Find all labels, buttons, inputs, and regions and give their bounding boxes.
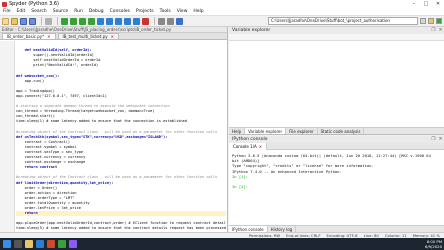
right-panels: Variable explorer ❐ ✕ Help Variable expl… [229, 27, 444, 232]
spyder-taskbar-icon[interactable] [47, 240, 55, 248]
run-icon[interactable] [61, 17, 68, 25]
editor-tabs: IB_order_basic.py* ✕ IB_test_multi_ticke… [0, 33, 227, 40]
clock-date: 6/9/2020 [424, 244, 442, 249]
variable-explorer-tabs: Help Variable explorer File explorer Sta… [229, 127, 444, 134]
console-prompt[interactable]: In [2]: [232, 184, 441, 189]
toolbar-separator [154, 17, 155, 25]
tab-variable-explorer[interactable]: Variable explorer [245, 128, 287, 134]
close-tab-icon[interactable]: ✕ [47, 34, 50, 40]
close-button[interactable]: ✕ [432, 0, 444, 8]
undock-icon[interactable]: ❐ [430, 27, 437, 34]
maximize-pane-icon[interactable] [158, 17, 165, 25]
variable-table-header [229, 34, 444, 41]
menu-edit[interactable]: Edit [17, 9, 26, 14]
toolbar-separator [57, 17, 58, 25]
editor-tab-label: IB_order_basic.py* [7, 33, 45, 39]
print-icon[interactable] [45, 17, 52, 25]
editor-body[interactable]: 4748 def nextValidId(self, orderId):49 s… [0, 41, 228, 232]
editor-tab[interactable]: IB_order_basic.py* ✕ [2, 33, 56, 39]
code-area[interactable]: 4748 def nextValidId(self, orderId):49 s… [16, 43, 226, 231]
title-bar: Spyder (Python 3.6) – □ ✕ [0, 0, 444, 8]
editor-pane: Editor - C:\Users\Jjaradhe\OneDrive\Stuf… [0, 27, 228, 232]
open-folder-icon[interactable] [11, 17, 18, 25]
run-cell-advance-icon[interactable] [79, 17, 86, 25]
close-tab-icon[interactable]: ✕ [259, 143, 262, 150]
editor-tab[interactable]: IB_test_multi_ticket.py ✕ [57, 33, 119, 40]
search-icon[interactable] [14, 240, 22, 248]
system-tray-clock[interactable]: 8:00 PM 6/9/2020 [425, 239, 442, 249]
menu-help[interactable]: Help [193, 9, 203, 14]
windows-taskbar: 8:00 PM 6/9/2020 [0, 238, 444, 250]
python-path-icon[interactable] [176, 17, 183, 25]
toolbar: C:\Users\Jjaradhe\OneDrive\Stuff\bot_\pr… [0, 16, 444, 27]
debug-icon[interactable] [97, 17, 104, 25]
menu-tools[interactable]: Tools [160, 9, 171, 14]
step-return-icon[interactable] [124, 17, 131, 25]
save-all-icon[interactable] [29, 17, 36, 25]
step-into-icon[interactable] [115, 17, 122, 25]
parent-folder-icon[interactable] [436, 18, 442, 24]
ipython-console-pane: IPython console ❐ ✕ Console 1/A ✕ Python… [229, 136, 444, 232]
menu-search[interactable]: Search [31, 9, 46, 14]
app-icon[interactable] [58, 240, 66, 248]
close-pane-icon[interactable]: ✕ [437, 27, 444, 34]
toolbar-separator [41, 17, 42, 25]
menu-projects[interactable]: Projects [136, 9, 154, 14]
preferences-icon[interactable] [167, 17, 174, 25]
close-pane-icon[interactable]: ✕ [437, 136, 444, 143]
console-line: Python 3.6.5 |Anaconda custom (64-bit)| … [232, 153, 431, 158]
menu-view[interactable]: View [177, 9, 188, 14]
file-explorer-icon[interactable] [25, 240, 33, 248]
continue-icon[interactable] [133, 17, 140, 25]
variable-explorer-title: Variable explorer [232, 28, 271, 33]
stop-debug-icon[interactable] [142, 17, 149, 25]
minimize-button[interactable]: – [408, 0, 420, 8]
tab-file-explorer[interactable]: File explorer [286, 128, 318, 134]
menu-file[interactable]: File [3, 9, 11, 14]
spyder-app-icon [2, 1, 7, 7]
pane-title: Variable explorer ❐ ✕ [229, 27, 444, 34]
code-line[interactable]: 83time.sleep(5) # some latency added to … [16, 226, 226, 231]
edge-browser-icon[interactable] [36, 240, 44, 248]
undock-icon[interactable]: ❐ [430, 136, 437, 143]
console-tabs: Console 1/A ✕ [229, 142, 444, 150]
browse-folder-icon[interactable] [428, 18, 434, 24]
close-tab-icon[interactable]: ✕ [111, 34, 114, 40]
tab-static-code-analysis[interactable]: Static code analysis [318, 128, 365, 134]
code-text: time.sleep(5) # some latency added to en… [16, 226, 226, 231]
menu-debug[interactable]: Debug [89, 9, 104, 14]
run-selection-icon[interactable] [88, 17, 95, 25]
tab-help[interactable]: Help [229, 128, 246, 134]
windows-start-icon[interactable] [3, 240, 11, 248]
console-tab[interactable]: Console 1/A ✕ [229, 142, 268, 150]
save-icon[interactable] [20, 17, 27, 25]
console-output[interactable]: Python 3.6.5 |Anaconda custom (64-bit)| … [229, 150, 444, 192]
menu-run[interactable]: Run [74, 9, 83, 14]
dropdown-chevron-icon[interactable] [420, 18, 426, 24]
new-file-icon[interactable] [2, 17, 9, 25]
variable-explorer-pane: Variable explorer ❐ ✕ Help Variable expl… [229, 27, 444, 135]
maximize-button[interactable]: □ [420, 0, 432, 8]
working-directory-input[interactable]: C:\Users\Jjaradhe\OneDrive\Stuff\bot_\pr… [268, 17, 418, 25]
console-tab-label: Console 1/A [233, 143, 257, 149]
menu-bar: File Edit Search Source Run Debug Consol… [0, 8, 444, 16]
window-title: Spyder (Python 3.6) [9, 1, 59, 7]
run-cell-icon[interactable] [70, 17, 77, 25]
menu-consoles[interactable]: Consoles [110, 9, 130, 14]
line-number-gutter [0, 41, 15, 232]
editor-tab-label: IB_test_multi_ticket.py [62, 33, 108, 39]
app-icon[interactable] [69, 240, 77, 248]
console-bottom-tabs: IPython console History log [229, 225, 444, 232]
step-icon[interactable] [106, 17, 113, 25]
menu-source[interactable]: Source [53, 9, 68, 14]
